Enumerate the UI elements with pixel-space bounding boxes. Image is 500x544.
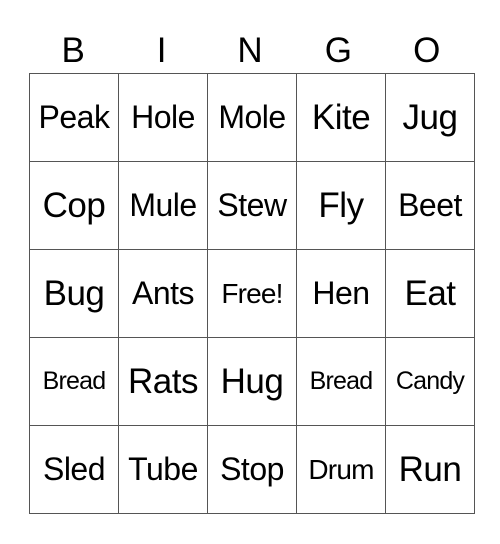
- bingo-grid: Peak Hole Mole Kite Jug Cop Mule Stew Fl…: [29, 73, 475, 514]
- bingo-cell[interactable]: Peak: [29, 73, 119, 162]
- bingo-cell[interactable]: Cop: [29, 161, 119, 250]
- bingo-cell[interactable]: Mole: [207, 73, 297, 162]
- bingo-cell[interactable]: Bread: [296, 337, 386, 426]
- grid-row: Bread Rats Hug Bread Candy: [29, 337, 475, 426]
- grid-row: Sled Tube Stop Drum Run: [29, 425, 475, 514]
- bingo-cell[interactable]: Mule: [118, 161, 208, 250]
- bingo-cell[interactable]: Drum: [296, 425, 386, 514]
- header-letter-n: N: [237, 31, 263, 70]
- header-letter-i: I: [156, 31, 167, 70]
- bingo-cell[interactable]: Bread: [29, 337, 119, 426]
- bingo-cell[interactable]: Fly: [296, 161, 386, 250]
- bingo-cell[interactable]: Beet: [385, 161, 475, 250]
- header-letter-g: G: [324, 31, 352, 70]
- bingo-cell[interactable]: Hug: [207, 337, 297, 426]
- bingo-cell[interactable]: Eat: [385, 249, 475, 338]
- grid-row: Cop Mule Stew Fly Beet: [29, 161, 475, 250]
- grid-row: Peak Hole Mole Kite Jug: [29, 73, 475, 162]
- bingo-cell[interactable]: Stew: [207, 161, 297, 250]
- bingo-cell[interactable]: Hole: [118, 73, 208, 162]
- bingo-cell[interactable]: Rats: [118, 337, 208, 426]
- bingo-cell[interactable]: Sled: [29, 425, 119, 514]
- free-space-cell[interactable]: Free!: [207, 249, 297, 338]
- header-letter-o: O: [413, 31, 441, 70]
- header-letter-b: B: [61, 31, 85, 70]
- bingo-cell[interactable]: Tube: [118, 425, 208, 514]
- bingo-cell[interactable]: Kite: [296, 73, 386, 162]
- bingo-cell[interactable]: Hen: [296, 249, 386, 338]
- grid-row: Bug Ants Free! Hen Eat: [29, 249, 475, 338]
- bingo-cell[interactable]: Candy: [385, 337, 475, 426]
- bingo-cell[interactable]: Run: [385, 425, 475, 514]
- bingo-header: B I N G O: [29, 28, 471, 73]
- bingo-cell[interactable]: Jug: [385, 73, 475, 162]
- bingo-cell[interactable]: Bug: [29, 249, 119, 338]
- bingo-cell[interactable]: Ants: [118, 249, 208, 338]
- bingo-cell[interactable]: Stop: [207, 425, 297, 514]
